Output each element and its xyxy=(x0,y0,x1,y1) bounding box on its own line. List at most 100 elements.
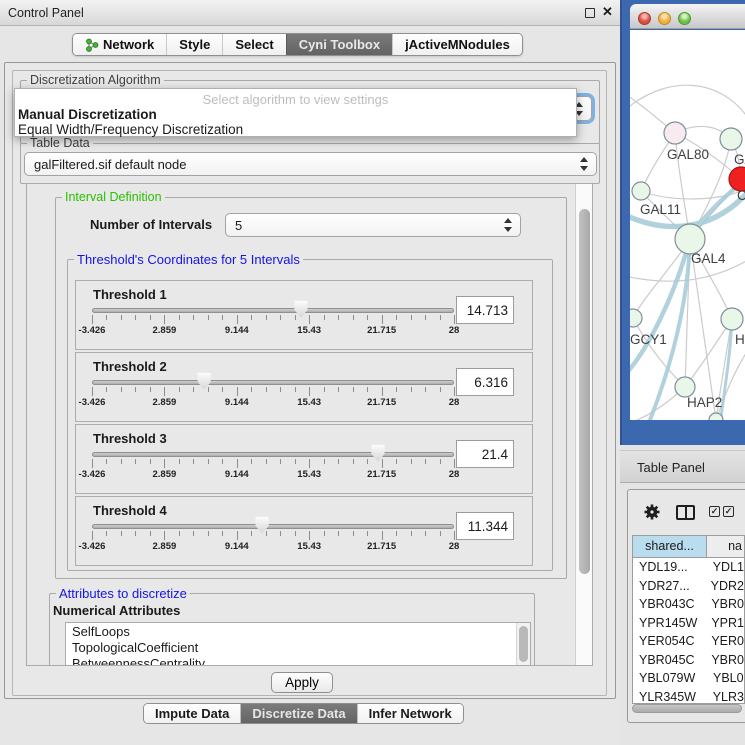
threshold-2-slider[interactable]: -3.4262.8599.14415.4321.71528 xyxy=(92,353,454,423)
cell[interactable]: YBR0 xyxy=(705,651,744,670)
slider-track[interactable] xyxy=(92,452,454,457)
cell[interactable]: YLR3 xyxy=(707,688,744,705)
cell[interactable]: YER054C xyxy=(633,632,705,651)
cell[interactable]: YDL19... xyxy=(633,558,707,577)
intervals-count-value: 5 xyxy=(235,218,242,233)
panel-title: Control Panel xyxy=(8,6,84,20)
threshold-3-slider[interactable]: -3.4262.8599.14415.4321.71528 xyxy=(92,425,454,495)
cell[interactable]: YBR043C xyxy=(633,595,705,614)
threshold-4-slider[interactable]: -3.4262.8599.14415.4321.71528 xyxy=(92,497,454,567)
tab-select[interactable]: Select xyxy=(222,34,285,55)
node-label: GAL4 xyxy=(691,251,726,266)
table-data-combobox[interactable]: galFiltered.sif default node xyxy=(24,152,597,176)
node[interactable] xyxy=(630,309,642,327)
close-icon[interactable]: ✕ xyxy=(602,4,613,20)
split-pane-icon[interactable] xyxy=(676,505,695,520)
tab-network[interactable]: Network xyxy=(73,34,166,55)
cell[interactable]: YLR345W xyxy=(633,688,707,705)
table-row[interactable]: YDR27...YDR2 xyxy=(633,577,744,596)
threshold-value-field[interactable]: 14.713 xyxy=(456,296,514,324)
node[interactable] xyxy=(721,308,743,330)
node[interactable] xyxy=(632,182,650,200)
tab-style[interactable]: Style xyxy=(166,34,222,55)
tab-jactivemnodules[interactable]: jActiveMNodules xyxy=(392,34,522,55)
mac-minimize-icon[interactable] xyxy=(658,12,671,25)
tab-impute-data[interactable]: Impute Data xyxy=(144,704,240,723)
cell[interactable]: YDR27... xyxy=(633,577,705,596)
stepper-arrows-icon xyxy=(503,218,514,232)
checkbox-icon[interactable]: ✓ xyxy=(709,506,720,517)
node[interactable] xyxy=(720,128,742,150)
attributes-list-scrollbar[interactable] xyxy=(516,623,530,666)
intervals-count-combobox[interactable]: 5 xyxy=(225,213,521,237)
threshold-2-row: Threshold 2 -3.4262.8599.14415.4321.7152… xyxy=(75,352,533,422)
cell[interactable]: YER0 xyxy=(705,632,744,651)
list-item[interactable]: SelfLoops xyxy=(66,623,530,639)
cell[interactable]: YDL1 xyxy=(707,558,744,577)
tab-label: Select xyxy=(235,37,273,52)
threshold-value-field[interactable]: 11.344 xyxy=(456,512,514,540)
cell[interactable]: YDR2 xyxy=(705,577,744,596)
scrollbar-thumb[interactable] xyxy=(579,209,590,574)
table-panel-title: Table Panel xyxy=(637,460,705,475)
slider-ticks xyxy=(92,315,454,325)
scrollbar-thumb[interactable] xyxy=(519,626,528,662)
threshold-value-field[interactable]: 21.4 xyxy=(456,440,514,468)
intervals-count-label: Number of Intervals xyxy=(90,217,212,232)
dropdown-option-equal-width[interactable]: Equal Width/Frequency Discretization xyxy=(18,122,243,137)
cell[interactable]: YPR1 xyxy=(705,614,744,633)
attributes-list[interactable]: SelfLoops TopologicalCoefficient Between… xyxy=(65,622,531,666)
dropdown-option-manual[interactable]: Manual Discretization xyxy=(18,107,157,122)
control-panel-titlebar: Control Panel ✕ xyxy=(0,0,620,26)
column-header-shared-name[interactable]: shared... xyxy=(633,536,707,557)
tab-label: Cyni Toolbox xyxy=(299,37,380,52)
slider-tick-labels: -3.4262.8599.14415.4321.71528 xyxy=(92,397,454,410)
node[interactable] xyxy=(664,122,686,144)
table-row[interactable]: YBL079WYBL0 xyxy=(633,669,744,688)
threshold-1-slider[interactable]: -3.4262.8599.14415.4321.71528 xyxy=(92,281,454,351)
tab-cyni-toolbox[interactable]: Cyni Toolbox xyxy=(286,34,392,55)
slider-track[interactable] xyxy=(92,380,454,385)
mac-zoom-icon[interactable] xyxy=(678,12,691,25)
cell[interactable]: YBR0 xyxy=(705,595,744,614)
slider-track[interactable] xyxy=(92,524,454,529)
table-row[interactable]: YER054CYER0 xyxy=(633,632,744,651)
threshold-value-field[interactable]: 6.316 xyxy=(456,368,514,396)
table-row[interactable]: YLR345WYLR3 xyxy=(633,688,744,705)
node-attribute-table[interactable]: shared... na YDL19...YDL1 YDR27...YDR2 Y… xyxy=(632,535,745,704)
cell[interactable]: YBL079W xyxy=(633,669,707,688)
node-label: GAL11 xyxy=(640,202,681,217)
column-header-name[interactable]: na xyxy=(707,536,744,557)
top-tab-bar: Network Style Select Cyni Toolbox jActiv… xyxy=(72,33,523,56)
list-item[interactable]: TopologicalCoefficient xyxy=(66,639,530,655)
table-data-value: galFiltered.sif default node xyxy=(34,157,186,172)
slider-tick-labels: -3.4262.8599.14415.4321.71528 xyxy=(92,325,454,338)
network-icon xyxy=(85,38,99,52)
apply-button[interactable]: Apply xyxy=(271,672,333,693)
slider-track[interactable] xyxy=(92,308,454,313)
mac-close-icon[interactable] xyxy=(638,12,651,25)
settings-scrollbar[interactable] xyxy=(575,184,592,665)
cell[interactable]: YPR145W xyxy=(633,614,705,633)
network-canvas[interactable]: GAL80 GAL11 GAL4 GCY1 HAP2 GA C H xyxy=(630,30,745,420)
table-row[interactable]: YBR043CYBR0 xyxy=(633,595,744,614)
node[interactable] xyxy=(675,224,705,254)
list-item[interactable]: BetweennessCentrality xyxy=(66,655,530,666)
table-row[interactable]: YPR145WYPR1 xyxy=(633,614,744,633)
tab-discretize-data[interactable]: Discretize Data xyxy=(240,704,356,723)
slider-ticks xyxy=(92,387,454,397)
tab-infer-network[interactable]: Infer Network xyxy=(357,704,463,723)
table-row[interactable]: YBR045CYBR0 xyxy=(633,651,744,670)
table-row[interactable]: YDL19...YDL1 xyxy=(633,558,744,577)
table-hscrollbar-thumb[interactable] xyxy=(632,704,742,713)
float-icon[interactable] xyxy=(585,8,595,18)
algorithm-dropdown-popup: Select algorithm to view settings Manual… xyxy=(14,88,577,137)
cell[interactable]: YBL0 xyxy=(707,669,744,688)
checkbox-icon[interactable]: ✓ xyxy=(723,506,734,517)
cell[interactable]: YBR045C xyxy=(633,651,705,670)
tab-label: Network xyxy=(103,37,154,52)
node[interactable] xyxy=(675,377,695,397)
bottom-tab-bar: Impute Data Discretize Data Infer Networ… xyxy=(143,703,464,724)
gear-icon[interactable] xyxy=(643,503,661,521)
table-panel-titlebar: Table Panel xyxy=(620,450,745,483)
